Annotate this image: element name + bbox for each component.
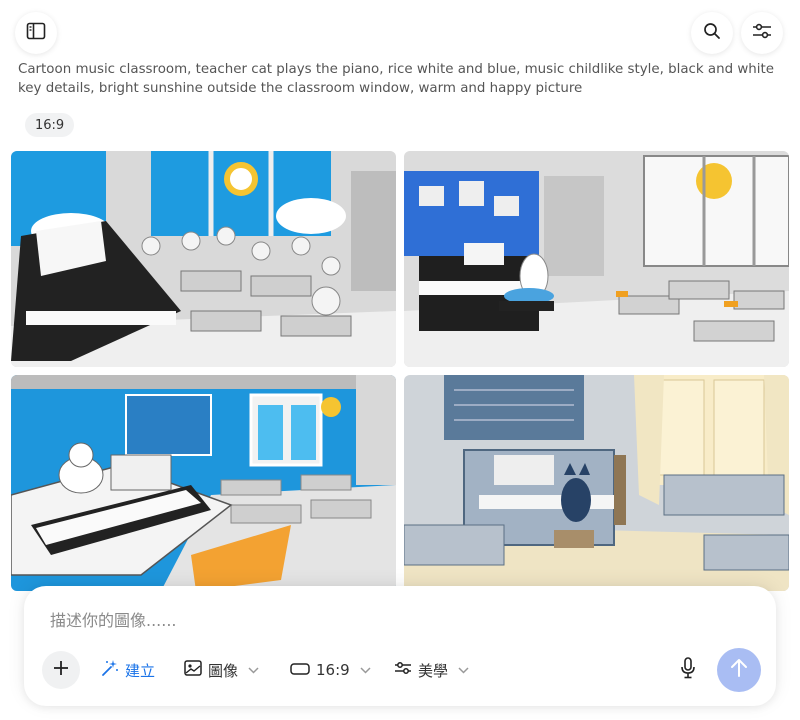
plus-icon bbox=[53, 660, 69, 680]
style-label: 美學 bbox=[418, 661, 449, 680]
prompt-composer: 建立 圖像 16:9 bbox=[24, 586, 776, 706]
aspect-ratio-chip: 16:9 bbox=[25, 113, 75, 137]
sparkle-icon bbox=[101, 659, 119, 681]
search-icon bbox=[703, 22, 721, 44]
chevron-down-icon bbox=[248, 664, 259, 677]
create-button[interactable]: 建立 bbox=[101, 658, 155, 682]
voice-input-button[interactable] bbox=[676, 656, 700, 684]
add-attachment-button[interactable] bbox=[42, 651, 80, 689]
image-icon bbox=[184, 660, 202, 680]
microphone-icon bbox=[680, 657, 696, 683]
aspect-ratio-label: 16:9 bbox=[316, 661, 350, 679]
sidebar-toggle-button[interactable] bbox=[15, 12, 57, 54]
send-button[interactable] bbox=[717, 648, 761, 692]
chevron-down-icon bbox=[458, 664, 469, 677]
aspect-ratio-icon bbox=[290, 661, 310, 679]
generated-image-3[interactable] bbox=[11, 375, 396, 591]
aspect-ratio-dropdown[interactable]: 16:9 bbox=[290, 658, 371, 682]
generated-image-4[interactable] bbox=[404, 375, 789, 591]
chevron-down-icon bbox=[360, 664, 371, 677]
prompt-text: Cartoon music classroom, teacher cat pla… bbox=[18, 62, 774, 96]
search-button[interactable] bbox=[691, 12, 733, 54]
image-prompt-input[interactable] bbox=[50, 608, 650, 632]
image-mode-dropdown[interactable]: 圖像 bbox=[184, 658, 259, 682]
sliders-icon bbox=[394, 661, 412, 679]
image-mode-label: 圖像 bbox=[208, 661, 239, 680]
arrow-up-icon bbox=[730, 658, 748, 682]
sidebar-toggle-icon bbox=[26, 22, 46, 44]
generated-image-2[interactable] bbox=[404, 151, 789, 367]
generated-image-1[interactable] bbox=[11, 151, 396, 367]
create-label: 建立 bbox=[125, 661, 156, 680]
style-dropdown[interactable]: 美學 bbox=[394, 658, 469, 682]
filter-button[interactable] bbox=[741, 12, 783, 54]
sliders-icon bbox=[752, 23, 772, 43]
